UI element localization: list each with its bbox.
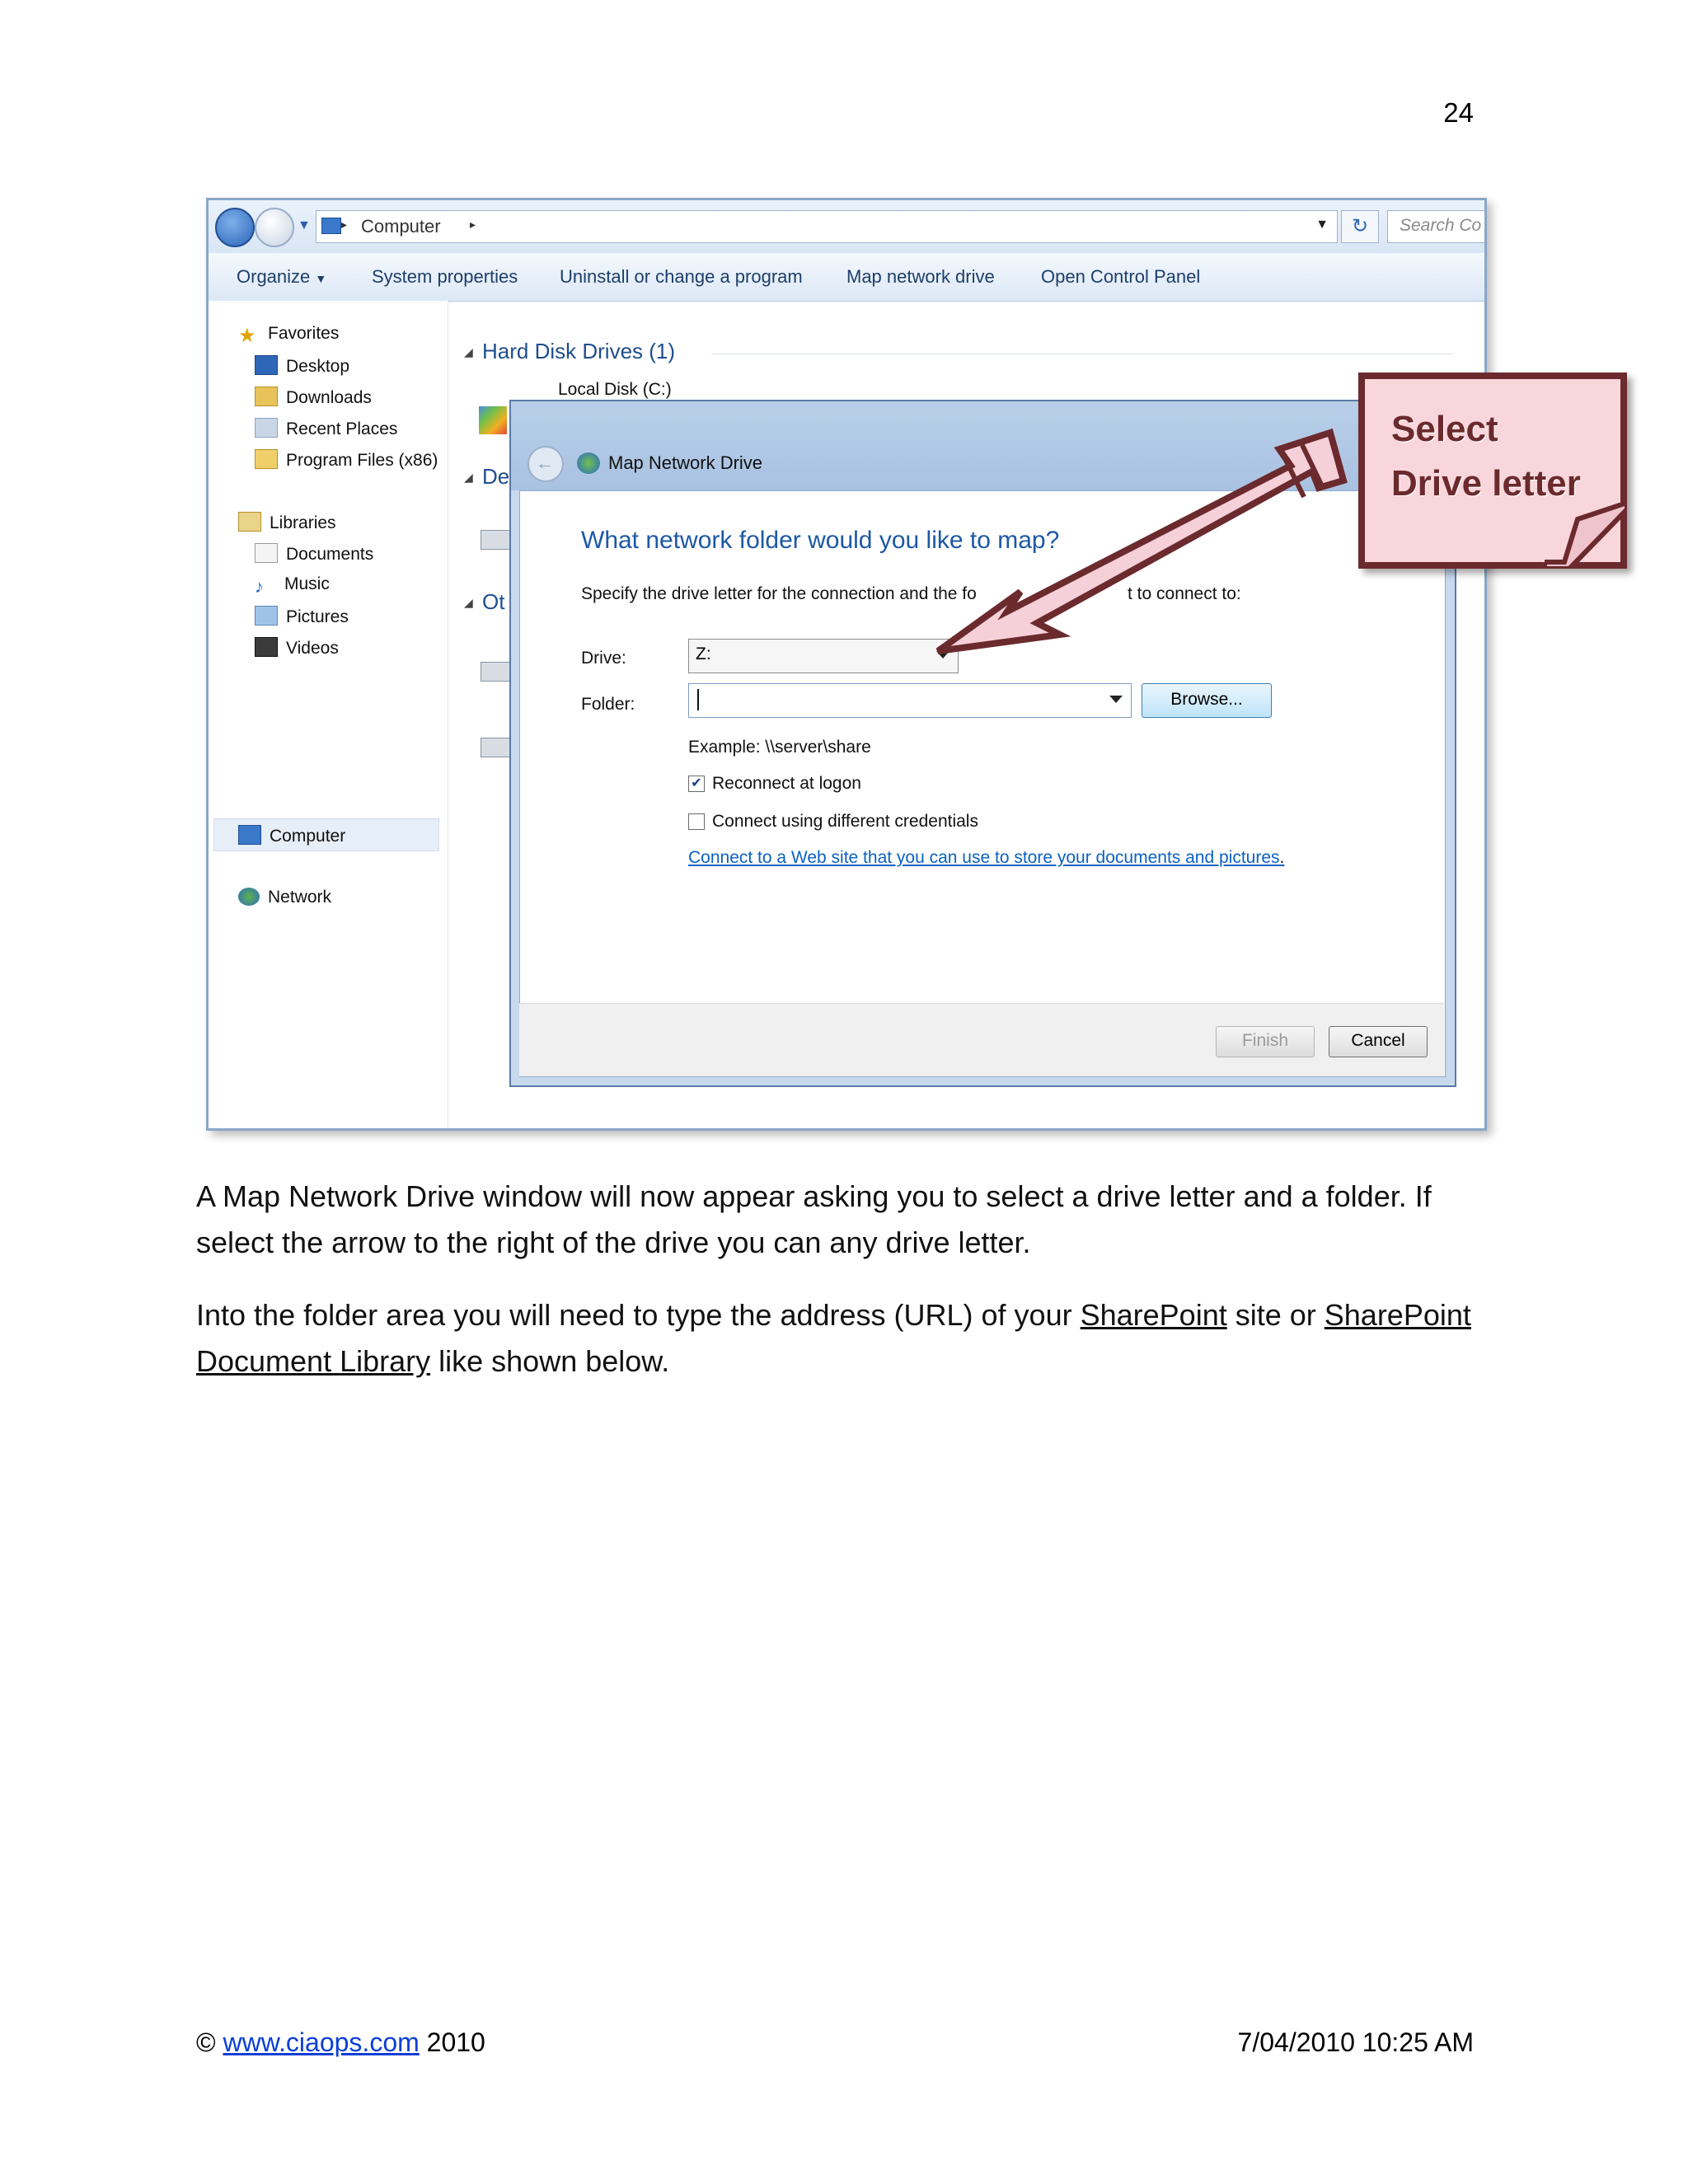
sharepoint-term: SharePoint	[1324, 1298, 1471, 1332]
sharepoint-term: SharePoint	[1080, 1298, 1227, 1332]
callout-arrow	[935, 428, 1348, 654]
folded-corner-icon	[1545, 503, 1627, 569]
callout-arrow-shape	[935, 428, 1348, 654]
paragraph-2: Into the folder area you will need to ty…	[196, 1298, 1471, 1378]
paragraph-1: A Map Network Drive window will now appe…	[196, 1179, 1432, 1259]
callout-text: Select Drive letter	[1391, 409, 1581, 504]
footer-copyright: © www.ciaops.com 2010	[196, 2027, 485, 2057]
callout-box: Select Drive letter	[1358, 373, 1627, 569]
ciaops-link[interactable]: www.ciaops.com	[223, 2027, 419, 2057]
document-library-term: Document Library	[196, 1344, 431, 1378]
footer-date: 7/04/2010 10:25 AM	[1237, 2027, 1474, 2057]
